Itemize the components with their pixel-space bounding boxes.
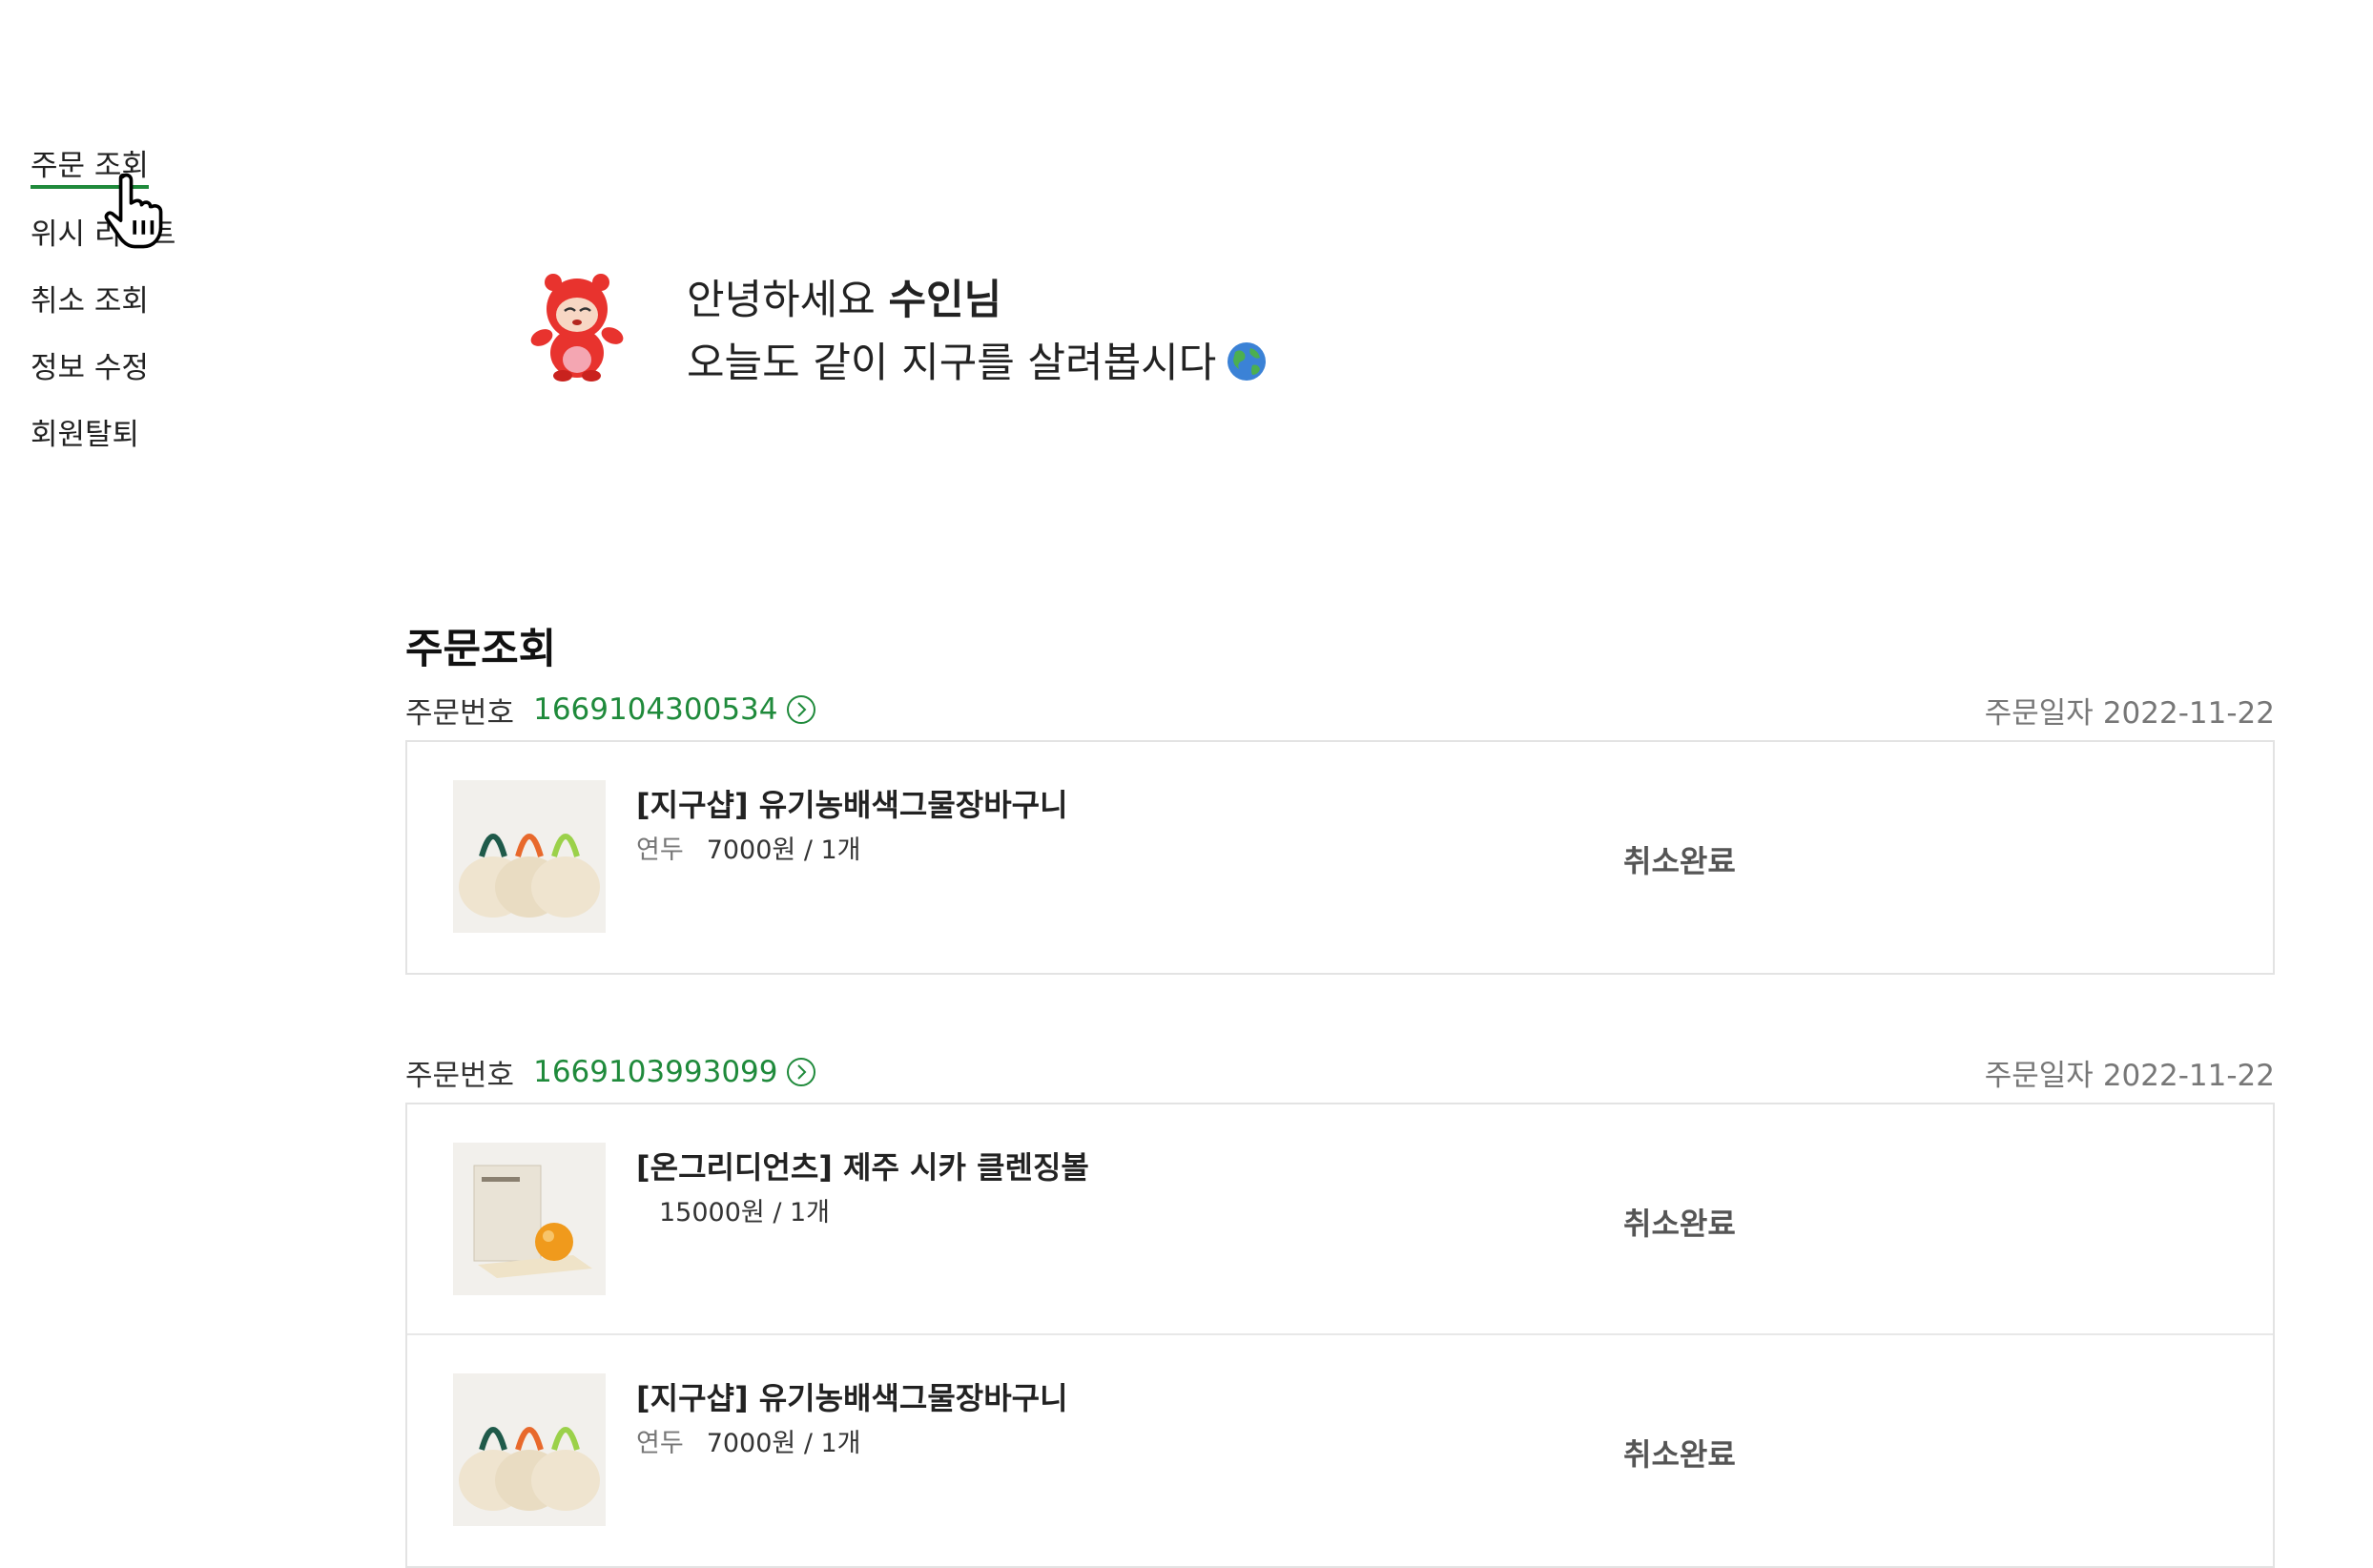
mascot-icon bbox=[530, 274, 624, 382]
order-header: 주문번호 1669104300534 주문일자 2022-11-22 bbox=[405, 683, 2275, 736]
order-number-label: 주문번호 bbox=[405, 1058, 515, 1093]
cleansing-ball-thumbnail[interactable] bbox=[453, 1143, 606, 1295]
item-info: [지구샵] 유기농배색그물장바구니 연두 7000원 / 1개 bbox=[636, 784, 1068, 870]
section-title: 주문조회 bbox=[405, 626, 557, 673]
status-badge: 취소완료 bbox=[1623, 1206, 1736, 1242]
order-date: 주문일자 2022-11-22 bbox=[1985, 1051, 2275, 1094]
order-item[interactable]: [지구샵] 유기농배색그물장바구니 연두 7000원 / 1개 취소완료 bbox=[407, 1335, 2273, 1566]
order-date-value: 2022-11-22 bbox=[2102, 1058, 2275, 1093]
status-badge: 취소완료 bbox=[1623, 843, 1736, 879]
order-section: 주문조회 주문번호 1669104300534 주문일자2022-11-22 bbox=[405, 620, 2275, 1568]
order-number-label: 주문번호 bbox=[405, 695, 515, 731]
mesh-bag-thumbnail[interactable] bbox=[453, 780, 606, 933]
sidebar-item-cancel-lookup[interactable]: 취소 조회 bbox=[31, 280, 149, 322]
user-name: 수인님 bbox=[888, 277, 1002, 324]
order-item[interactable]: [지구샵] 유기농배색그물장바구니 연두 7000원 / 1개 취소완료 bbox=[407, 742, 2273, 973]
chevron-right-circle-icon[interactable] bbox=[786, 1057, 816, 1087]
greeting-hello: 안녕하세요 bbox=[687, 277, 876, 324]
order-number-link[interactable]: 1669104300534 bbox=[533, 692, 777, 727]
item-info: [지구샵] 유기농배색그물장바구니 연두 7000원 / 1개 bbox=[636, 1377, 1068, 1463]
chevron-right-circle-icon[interactable] bbox=[786, 694, 816, 725]
product-option: 연두 bbox=[636, 836, 684, 865]
globe-icon bbox=[1228, 342, 1267, 381]
product-meta: 연두 7000원 / 1개 bbox=[636, 832, 1068, 870]
sidebar-item-edit-info[interactable]: 정보 수정 bbox=[31, 347, 149, 389]
greeting-text: 안녕하세요 수인님 오늘도 같이 지구를 살려봅시다 bbox=[687, 269, 1268, 395]
product-price-qty: 7000원 / 1개 bbox=[706, 1429, 861, 1458]
product-price-qty: 7000원 / 1개 bbox=[706, 836, 861, 865]
order-date-value: 2022-11-22 bbox=[2102, 695, 2275, 731]
order-items-box: [지구샵] 유기농배색그물장바구니 연두 7000원 / 1개 취소완료 bbox=[405, 740, 2275, 975]
order-items-box: [온그리디언츠] 제주 시카 클렌징볼 15000원 / 1개 취소완료 [지구… bbox=[405, 1103, 2275, 1568]
item-info: [온그리디언츠] 제주 시카 클렌징볼 15000원 / 1개 bbox=[636, 1146, 1089, 1232]
status-badge: 취소완료 bbox=[1623, 1436, 1736, 1473]
greeting-banner: 안녕하세요 수인님 오늘도 같이 지구를 살려봅시다 bbox=[525, 269, 1268, 395]
order-date-label: 주문일자 bbox=[1984, 1058, 2094, 1093]
product-price-qty: 15000원 / 1개 bbox=[659, 1198, 831, 1228]
product-meta: 15000원 / 1개 bbox=[636, 1194, 1089, 1232]
product-name[interactable]: [지구샵] 유기농배색그물장바구니 bbox=[636, 1377, 1068, 1419]
product-name[interactable]: [지구샵] 유기농배색그물장바구니 bbox=[636, 784, 1068, 826]
order-header: 주문번호 1669103993099 주문일자 2022-11-22 bbox=[405, 1045, 2275, 1099]
order-number-link[interactable]: 1669103993099 bbox=[533, 1055, 777, 1089]
product-meta: 연두 7000원 / 1개 bbox=[636, 1425, 1068, 1463]
order-date-label: 주문일자 bbox=[1984, 695, 2094, 731]
product-name[interactable]: [온그리디언츠] 제주 시카 클렌징볼 bbox=[636, 1146, 1089, 1188]
mesh-bag-thumbnail[interactable] bbox=[453, 1373, 606, 1526]
product-option: 연두 bbox=[636, 1429, 684, 1458]
order-date: 주문일자 2022-11-22 bbox=[1985, 689, 2275, 732]
order-item[interactable]: [온그리디언츠] 제주 시카 클렌징볼 15000원 / 1개 취소완료 bbox=[407, 1104, 2273, 1335]
greeting-message: 오늘도 같이 지구를 살려봅시다 bbox=[687, 340, 1217, 387]
sidebar-item-withdraw[interactable]: 회원탈퇴 bbox=[31, 414, 139, 456]
hand-cursor-icon bbox=[104, 173, 163, 249]
